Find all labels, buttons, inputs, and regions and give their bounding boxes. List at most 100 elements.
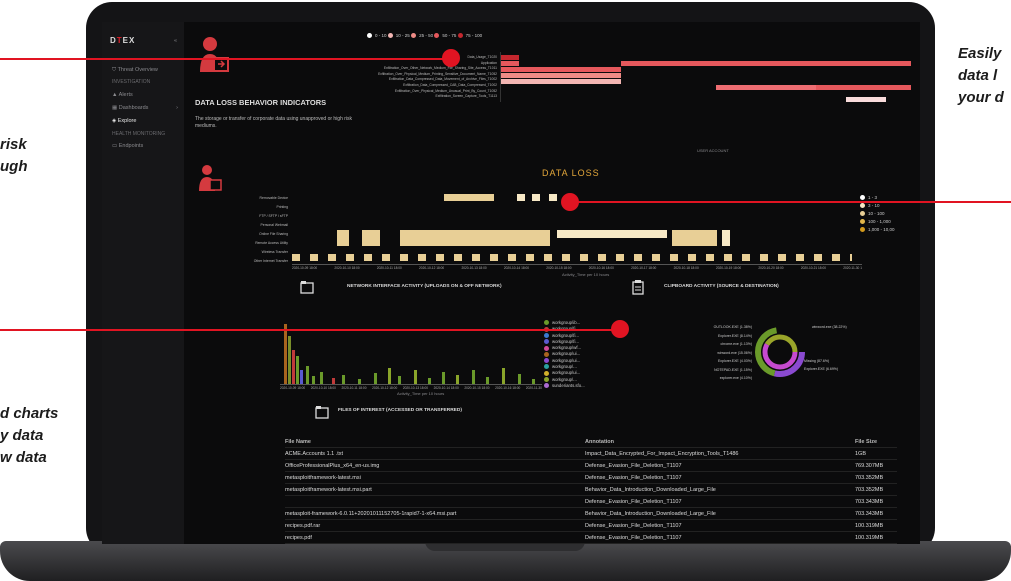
data-tile[interactable] [400, 230, 550, 246]
heatmap-cell[interactable] [501, 61, 519, 66]
column-header-file-size[interactable]: File Size [855, 436, 897, 448]
table-row[interactable]: Defense_Evasion_File_Deletion_T1107 703.3… [285, 495, 897, 508]
clipboard-left-labels: OUTLOOK.EXE (1.38%) Explorer.EXE (8.14%)… [662, 323, 752, 383]
heatmap-cell[interactable] [846, 97, 886, 102]
tick-label: 2020-10-13 18:00 [461, 266, 487, 270]
donut-label: explorer.exe (4.10%) [719, 376, 752, 380]
heatmap-row-labels: Data_Usage_T1020 Application Exfiltratio… [357, 55, 497, 100]
legend-swatch [367, 33, 372, 39]
data-tile[interactable] [337, 230, 349, 246]
bar[interactable] [428, 378, 431, 384]
bar[interactable] [292, 350, 295, 384]
bar[interactable] [358, 379, 361, 384]
row-label: Other Internet Transfer [253, 259, 288, 263]
heatmap-cell[interactable] [501, 55, 519, 60]
logo-text: D [110, 36, 117, 45]
data-tile[interactable] [672, 230, 717, 246]
bar[interactable] [388, 368, 391, 384]
table-row[interactable]: metasploit-framework-6.0.11+202010111527… [285, 507, 897, 520]
bar[interactable] [518, 374, 521, 384]
bar[interactable] [332, 378, 335, 384]
data-tile[interactable] [722, 230, 730, 246]
table-row[interactable]: OfficeProfessionalPlus_x64_en-us.img Defe… [285, 459, 897, 472]
collapse-sidebar-button[interactable]: « [174, 38, 177, 44]
cell-file-size: 703.343MB [855, 495, 897, 508]
behavior-heatmap[interactable] [500, 52, 913, 102]
folder-icon [315, 406, 329, 419]
sidebar-item-endpoints[interactable]: ▭ Endpoints [112, 143, 143, 149]
network-x-ticks: 2020-10-09 18:00 2020-10-10 18:00 2020-1… [280, 386, 542, 390]
legend-label: workgroup\... [552, 364, 577, 370]
donut-label: Explorer.EXE (8.14%) [717, 333, 752, 338]
clipboard-donut-chart[interactable] [752, 324, 808, 380]
bar[interactable] [398, 376, 401, 384]
bar[interactable] [284, 324, 287, 384]
heatmap-cell[interactable] [816, 85, 911, 90]
legend-label: 10 - 25 [395, 33, 410, 38]
cell-file-name: metasploit-framework-6.0.11+202010111527… [285, 507, 585, 520]
sidebar-item-explore[interactable]: ◈ Explore [112, 118, 136, 124]
data-tile[interactable] [549, 194, 557, 201]
legend-entry: 25 - 50 [411, 33, 433, 39]
bar[interactable] [456, 375, 459, 384]
legend-label: 1 - 3 [868, 195, 878, 200]
data-tile[interactable] [362, 230, 380, 246]
files-of-interest-title: FILES OF INTEREST (ACCESSED OR TRANSFERR… [338, 408, 462, 413]
bar[interactable] [312, 376, 315, 384]
tick-label: 2020-10-15 18:00 [546, 266, 572, 270]
row-label: Exfiltration_Screen_Capture_Tools_T1113 [435, 94, 497, 99]
tick-label: 2020-10-11 18:00 [341, 386, 367, 390]
bar[interactable] [532, 379, 535, 384]
cell-file-name: metasploitframework-latest.msi [285, 471, 585, 484]
heatmap-cell[interactable] [501, 73, 621, 78]
heatmap-cell[interactable] [501, 67, 621, 72]
sidebar-item-alerts[interactable]: ▲ Alerts [112, 92, 133, 98]
bar[interactable] [472, 370, 475, 384]
cell-file-name: OfficeProfessionalPlus_x64_en-us.img [285, 459, 585, 472]
cell-annotation: Defense_Evasion_File_Deletion_T1107 [585, 471, 855, 484]
bar[interactable] [442, 372, 445, 384]
donut-label: winword.exe (38.22%) [812, 325, 847, 329]
column-header-file-name[interactable]: File Name [285, 436, 585, 448]
bar[interactable] [342, 375, 345, 384]
data-tile[interactable] [444, 194, 494, 201]
donut-label: Explorer.EXE (4.03%) [717, 359, 752, 363]
data-tile[interactable] [517, 194, 525, 201]
heatmap-cell[interactable] [716, 85, 816, 90]
bar[interactable] [414, 370, 417, 384]
heatmap-cell[interactable] [501, 79, 621, 84]
sidebar-item-threat-overview[interactable]: ⛉ Threat Overview [112, 67, 158, 74]
bar[interactable] [486, 377, 489, 384]
bar[interactable] [300, 370, 303, 384]
legend-swatch [387, 33, 393, 39]
bar[interactable] [306, 366, 309, 384]
heatmap-cell[interactable] [621, 61, 911, 66]
table-row[interactable]: metasploitframework-latest.msi.part Behav… [285, 483, 897, 496]
bar[interactable] [320, 372, 323, 384]
legend-label: sunderiants.sfo... [552, 382, 585, 388]
table-row[interactable]: metasploitframework-latest.msi Defense_Ev… [285, 471, 897, 484]
legend-entry: 75 - 100 [457, 33, 482, 39]
table-row[interactable]: ACME.Accounts 1.1 .txt Impact_Data_Encryp… [285, 447, 897, 460]
bar[interactable] [374, 373, 377, 384]
data-loss-title: DATA LOSS [542, 168, 600, 178]
tick-label: 2020-10-09 18:00 [280, 386, 306, 390]
legend-label: workgroup\ib... [552, 320, 581, 325]
legend-swatch [860, 195, 865, 201]
data-tile[interactable] [292, 254, 852, 261]
data-tile[interactable] [557, 230, 667, 238]
callout-line: Easily [958, 45, 1002, 62]
legend-label: workgroup\... [552, 376, 577, 382]
table-row[interactable]: recipes.pdf Defense_Evasion_File_Deletion… [285, 531, 897, 544]
table-header-row: File Name Annotation File Size [285, 436, 897, 448]
bar[interactable] [288, 336, 291, 384]
legend-swatch [860, 227, 865, 233]
data-tile[interactable] [532, 194, 540, 201]
legend-label: workgroup\ui... [552, 357, 581, 363]
bar[interactable] [296, 356, 299, 384]
bar[interactable] [502, 368, 505, 384]
legend-swatch [544, 364, 549, 370]
sidebar-item-dashboards[interactable]: ▦ Dashboards › [112, 105, 178, 111]
table-row[interactable]: recipes.pdf.rar Defense_Evasion_File_Dele… [285, 519, 897, 532]
column-header-annotation[interactable]: Annotation [585, 436, 855, 448]
